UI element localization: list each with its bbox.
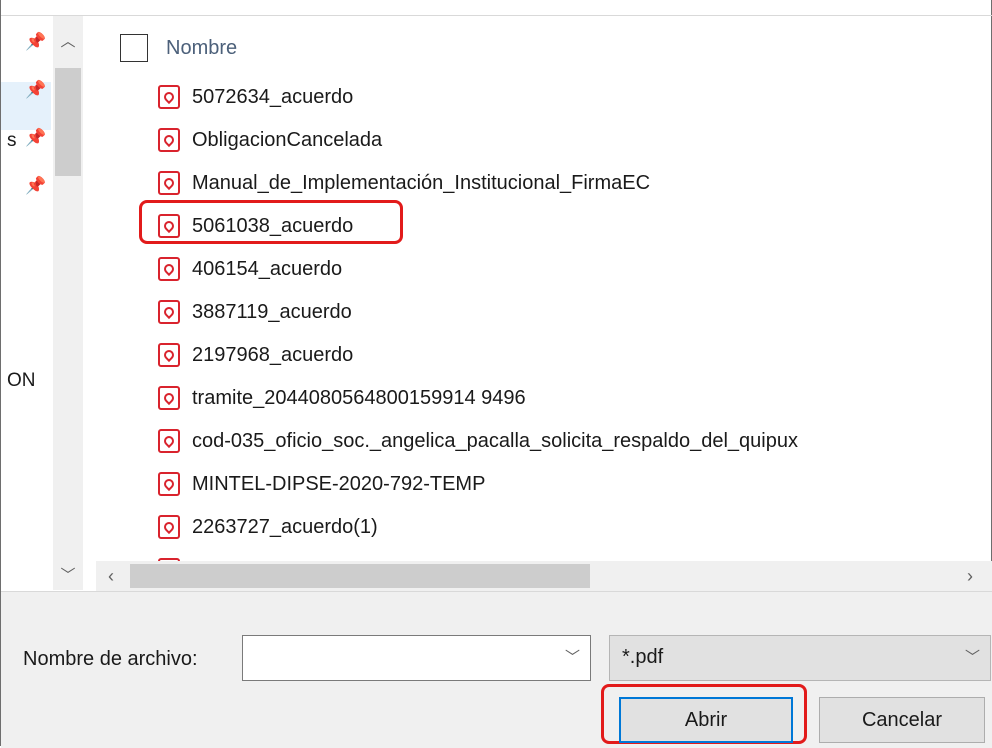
pdf-file-icon bbox=[158, 85, 180, 109]
chevron-down-icon[interactable]: ﹀ bbox=[965, 646, 980, 667]
scroll-up-icon[interactable]: ︿ bbox=[53, 30, 83, 54]
list-item[interactable]: ObligacionCancelada bbox=[158, 121, 382, 159]
pin-icon[interactable]: 📌 bbox=[25, 32, 46, 52]
pdf-file-icon bbox=[158, 343, 180, 367]
pdf-file-icon bbox=[158, 257, 180, 281]
file-open-dialog: 📌 📌 s 📌 📌 ON ︿ ﹀ Nombre 5072634_acuerdo … bbox=[0, 0, 992, 748]
list-item[interactable]: 5072634_acuerdo bbox=[158, 78, 353, 116]
pdf-file-icon bbox=[158, 429, 180, 453]
pin-icon[interactable]: 📌 bbox=[25, 80, 46, 100]
nav-scrollbar[interactable]: ︿ ﹀ bbox=[53, 16, 83, 590]
pdf-file-icon bbox=[158, 171, 180, 195]
file-name: 3887119_acuerdo bbox=[192, 300, 352, 323]
pdf-file-icon bbox=[158, 386, 180, 410]
file-name: 5072634_acuerdo bbox=[192, 85, 354, 108]
list-item[interactable]: 2197968_acuerdo bbox=[158, 336, 353, 374]
cancel-button[interactable]: Cancelar bbox=[819, 697, 985, 743]
horizontal-scrollbar[interactable]: ‹ › bbox=[96, 561, 992, 591]
column-header-name[interactable]: Nombre bbox=[166, 37, 237, 60]
file-name: cod-035_oficio_soc._angelica_pacalla_sol… bbox=[192, 429, 798, 452]
horizontal-scroll-thumb[interactable] bbox=[130, 564, 590, 588]
chevron-down-icon[interactable]: ﹀ bbox=[565, 646, 580, 667]
list-item[interactable]: Manual_de_Implementación_Institucional_F… bbox=[158, 164, 650, 202]
pdf-file-icon bbox=[158, 515, 180, 539]
file-name: MINTEL-DIPSE-2020-792-TEMP bbox=[192, 472, 486, 495]
file-highlight-annotation bbox=[139, 200, 403, 244]
dialog-footer: Nombre de archivo: ﹀ *.pdf ﹀ Abrir Cance… bbox=[1, 591, 992, 748]
nav-item-fragment[interactable]: ON bbox=[7, 370, 36, 392]
scroll-down-icon[interactable]: ﹀ bbox=[53, 564, 83, 588]
filename-combobox[interactable]: ﹀ bbox=[242, 635, 591, 681]
list-item[interactable]: cod-035_oficio_soc._angelica_pacalla_sol… bbox=[158, 422, 798, 460]
pin-icon[interactable]: 📌 bbox=[25, 176, 46, 196]
list-item[interactable]: 2263727_acuerdo(1) bbox=[158, 508, 378, 546]
pdf-file-icon bbox=[158, 472, 180, 496]
file-name: ObligacionCancelada bbox=[192, 128, 383, 151]
file-name: Manual_de_Implementación_Institucional_F… bbox=[192, 171, 651, 194]
filetype-value: *.pdf bbox=[622, 646, 664, 668]
scroll-right-icon[interactable]: › bbox=[955, 561, 985, 591]
pin-icon[interactable]: 📌 bbox=[25, 128, 46, 148]
file-name: 2197968_acuerdo bbox=[192, 343, 354, 366]
filetype-select[interactable]: *.pdf ﹀ bbox=[609, 635, 991, 681]
file-name: tramite_2044080564800159914 9496 bbox=[192, 386, 526, 409]
file-list: Nombre 5072634_acuerdo ObligacionCancela… bbox=[96, 16, 992, 561]
open-button[interactable]: Abrir bbox=[619, 697, 793, 743]
filename-label: Nombre de archivo: bbox=[23, 648, 198, 670]
list-item[interactable]: 3887119_acuerdo bbox=[158, 293, 352, 331]
list-item[interactable] bbox=[158, 551, 192, 561]
pdf-file-icon bbox=[158, 128, 180, 152]
pdf-file-icon bbox=[158, 300, 180, 324]
nav-item-fragment[interactable]: s bbox=[7, 130, 17, 152]
nav-scroll-thumb[interactable] bbox=[55, 68, 81, 176]
scroll-left-icon[interactable]: ‹ bbox=[96, 561, 126, 591]
filename-input[interactable] bbox=[249, 638, 553, 680]
column-header-row: Nombre bbox=[96, 28, 976, 68]
file-name: 2263727_acuerdo(1) bbox=[192, 515, 378, 538]
list-item[interactable]: MINTEL-DIPSE-2020-792-TEMP bbox=[158, 465, 485, 503]
select-all-checkbox[interactable] bbox=[120, 34, 148, 62]
list-item[interactable]: 406154_acuerdo bbox=[158, 250, 342, 288]
list-item[interactable]: tramite_2044080564800159914 9496 bbox=[158, 379, 526, 417]
file-name: 406154_acuerdo bbox=[192, 257, 343, 280]
